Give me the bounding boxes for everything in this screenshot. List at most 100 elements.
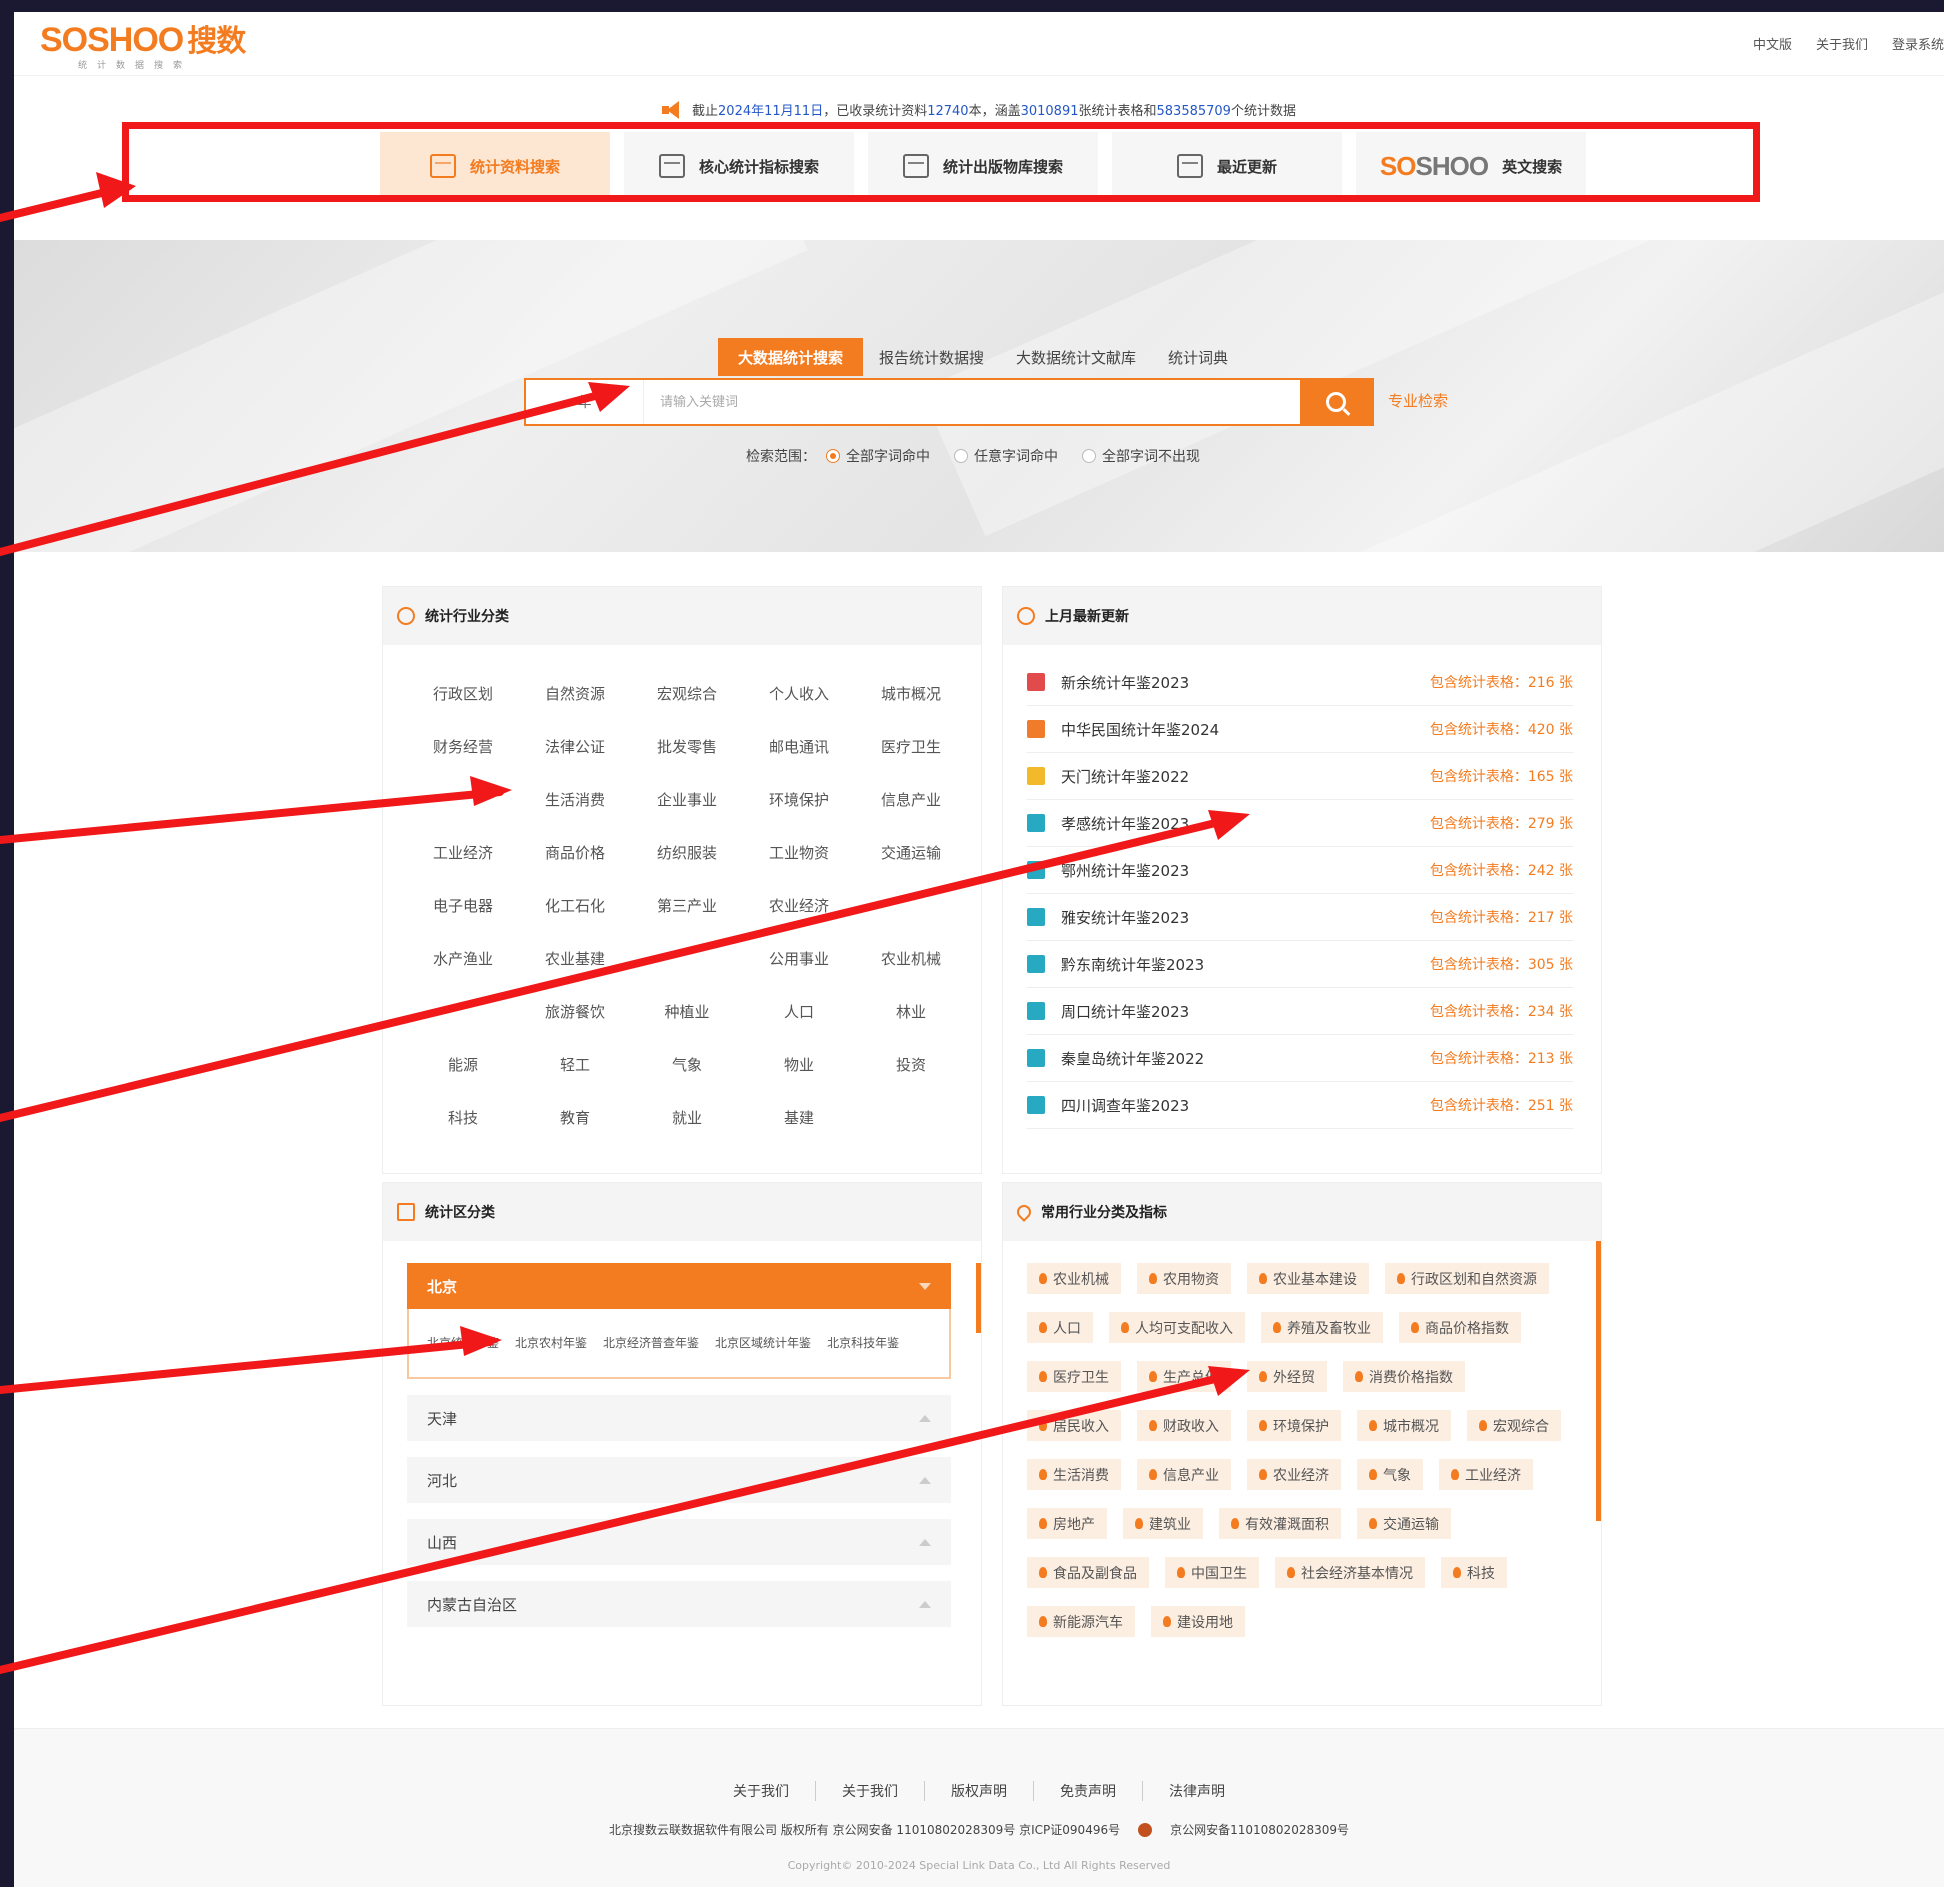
industry-item[interactable]: 气象 xyxy=(631,1052,743,1079)
search-tab-report[interactable]: 报告统计数据搜 xyxy=(863,338,1000,376)
region-item[interactable]: 山西 xyxy=(407,1519,951,1565)
region-book-link[interactable]: 北京科技年鉴 xyxy=(827,1336,899,1350)
indicator-tag[interactable]: 人均可支配收入 xyxy=(1109,1312,1245,1343)
industry-item[interactable]: 基建 xyxy=(743,1105,855,1132)
scrollbar[interactable] xyxy=(976,1263,981,1333)
update-row[interactable]: 秦皇岛统计年鉴2022 包含统计表格：213 张 xyxy=(1027,1035,1573,1082)
update-name[interactable]: 黔东南统计年鉴2023 xyxy=(1061,954,1430,975)
indicator-tag[interactable]: 行政区划和自然资源 xyxy=(1385,1263,1549,1294)
industry-item[interactable]: 农业基建 xyxy=(519,946,631,973)
search-tab-bigdata[interactable]: 大数据统计搜索 xyxy=(718,338,864,376)
indicator-tag[interactable]: 城市概况 xyxy=(1357,1410,1451,1441)
industry-item[interactable]: 批发零售 xyxy=(631,734,743,761)
search-input[interactable] xyxy=(644,380,1300,424)
industry-item[interactable]: 邮电通讯 xyxy=(743,734,855,761)
top-link-about[interactable]: 关于我们 xyxy=(1816,34,1868,53)
industry-item[interactable]: 自然资源 xyxy=(519,681,631,708)
industry-item[interactable]: 旅游餐饮 xyxy=(519,999,631,1026)
industry-item[interactable]: 生活消费 xyxy=(519,787,631,814)
indicator-tag[interactable]: 信息产业 xyxy=(1137,1459,1231,1490)
indicator-tag[interactable]: 气象 xyxy=(1357,1459,1423,1490)
industry-item[interactable]: 种植业 xyxy=(631,999,743,1026)
region-item[interactable]: 河北 xyxy=(407,1457,951,1503)
industry-item[interactable]: 农业经济 xyxy=(743,893,855,920)
region-book-link[interactable]: 北京农村年鉴 xyxy=(515,1336,587,1350)
indicator-tag[interactable]: 工业经济 xyxy=(1439,1459,1533,1490)
region-item[interactable]: 内蒙古自治区 xyxy=(407,1581,951,1627)
update-row[interactable]: 新余统计年鉴2023 包含统计表格：216 张 xyxy=(1027,659,1573,706)
update-row[interactable]: 四川调查年鉴2023 包含统计表格：251 张 xyxy=(1027,1082,1573,1129)
police-text[interactable]: 京公网安备11010802028309号 xyxy=(1170,1821,1349,1838)
update-name[interactable]: 周口统计年鉴2023 xyxy=(1061,1001,1430,1022)
industry-item[interactable]: 化工石化 xyxy=(519,893,631,920)
indicator-tag[interactable]: 房地产 xyxy=(1027,1508,1107,1539)
region-item-active[interactable]: 北京 xyxy=(407,1263,951,1309)
update-row[interactable]: 黔东南统计年鉴2023 包含统计表格：305 张 xyxy=(1027,941,1573,988)
region-book-link[interactable]: 北京区域统计年鉴 xyxy=(715,1336,811,1350)
industry-item[interactable]: 林业 xyxy=(855,999,967,1026)
top-link-login[interactable]: 登录系统 xyxy=(1892,34,1944,53)
update-name[interactable]: 新余统计年鉴2023 xyxy=(1061,672,1430,693)
indicator-tag[interactable]: 中国卫生 xyxy=(1165,1557,1259,1588)
update-name[interactable]: 中华民国统计年鉴2024 xyxy=(1061,719,1430,740)
footer-link[interactable]: 版权声明 xyxy=(925,1781,1034,1801)
indicator-tag[interactable]: 人口 xyxy=(1027,1312,1093,1343)
indicator-tag[interactable]: 外经贸 xyxy=(1247,1361,1327,1392)
industry-item[interactable]: 轻工 xyxy=(519,1052,631,1079)
update-row[interactable]: 天门统计年鉴2022 包含统计表格：165 张 xyxy=(1027,753,1573,800)
indicator-tag[interactable]: 消费价格指数 xyxy=(1343,1361,1465,1392)
update-name[interactable]: 天门统计年鉴2022 xyxy=(1061,766,1430,787)
industry-item[interactable]: 行政区划 xyxy=(407,681,519,708)
update-row[interactable]: 鄂州统计年鉴2023 包含统计表格：242 张 xyxy=(1027,847,1573,894)
update-name[interactable]: 孝感统计年鉴2023 xyxy=(1061,813,1430,834)
indicator-tag[interactable]: 环境保护 xyxy=(1247,1410,1341,1441)
industry-item[interactable]: 信息产业 xyxy=(855,787,967,814)
industry-item[interactable]: 工业经济 xyxy=(407,840,519,867)
industry-item[interactable]: 纺织服装 xyxy=(631,840,743,867)
indicator-tag[interactable]: 生产总值 xyxy=(1137,1361,1231,1392)
indicator-tag[interactable]: 交通运输 xyxy=(1357,1508,1451,1539)
industry-item[interactable]: 公用事业 xyxy=(743,946,855,973)
industry-item[interactable]: 电子电器 xyxy=(407,893,519,920)
region-book-link[interactable]: 北京统计年鉴 xyxy=(427,1336,499,1350)
indicator-tag[interactable]: 科技 xyxy=(1441,1557,1507,1588)
scope-option-all[interactable]: 全部字词命中 xyxy=(826,446,930,466)
industry-item[interactable]: 商品价格 xyxy=(519,840,631,867)
indicator-tag[interactable]: 商品价格指数 xyxy=(1399,1312,1521,1343)
region-item[interactable]: 天津 xyxy=(407,1395,951,1441)
indicator-tag[interactable]: 农用物资 xyxy=(1137,1263,1231,1294)
indicator-tag[interactable]: 农业机械 xyxy=(1027,1263,1121,1294)
indicator-tag[interactable]: 新能源汽车 xyxy=(1027,1606,1135,1637)
update-row[interactable]: 孝感统计年鉴2023 包含统计表格：279 张 xyxy=(1027,800,1573,847)
update-name[interactable]: 四川调查年鉴2023 xyxy=(1061,1095,1430,1116)
industry-item[interactable]: 物业 xyxy=(743,1052,855,1079)
indicator-tag[interactable]: 建筑业 xyxy=(1123,1508,1203,1539)
indicator-tag[interactable]: 医疗卫生 xyxy=(1027,1361,1121,1392)
footer-link[interactable]: 免责声明 xyxy=(1034,1781,1143,1801)
indicator-tag[interactable]: 社会经济基本情况 xyxy=(1275,1557,1425,1588)
footer-link[interactable]: 法律声明 xyxy=(1143,1781,1251,1801)
search-tab-dictionary[interactable]: 统计词典 xyxy=(1152,338,1244,376)
industry-item[interactable]: 人口 xyxy=(743,999,855,1026)
industry-item[interactable]: 企业事业 xyxy=(631,787,743,814)
industry-item[interactable]: 医疗卫生 xyxy=(855,734,967,761)
industry-item[interactable]: 投资 xyxy=(855,1052,967,1079)
indicator-tag[interactable]: 财政收入 xyxy=(1137,1410,1231,1441)
footer-link[interactable]: 关于我们 xyxy=(816,1781,925,1801)
update-row[interactable]: 中华民国统计年鉴2024 包含统计表格：420 张 xyxy=(1027,706,1573,753)
industry-item[interactable]: 就业 xyxy=(631,1105,743,1132)
indicator-tag[interactable]: 有效灌溉面积 xyxy=(1219,1508,1341,1539)
indicator-tag[interactable]: 建设用地 xyxy=(1151,1606,1245,1637)
scope-option-none[interactable]: 全部字词不出现 xyxy=(1082,446,1200,466)
search-button[interactable] xyxy=(1300,380,1372,424)
industry-item[interactable]: 城市概况 xyxy=(855,681,967,708)
update-name[interactable]: 秦皇岛统计年鉴2022 xyxy=(1061,1048,1430,1069)
update-row[interactable]: 雅安统计年鉴2023 包含统计表格：217 张 xyxy=(1027,894,1573,941)
scrollbar[interactable] xyxy=(1596,1241,1601,1521)
industry-item[interactable]: 环境保护 xyxy=(743,787,855,814)
advanced-search-link[interactable]: 专业检索 xyxy=(1388,390,1448,411)
industry-item[interactable]: 工业物资 xyxy=(743,840,855,867)
industry-item[interactable]: 交通运输 xyxy=(855,840,967,867)
industry-item[interactable]: 教育 xyxy=(519,1105,631,1132)
indicator-tag[interactable]: 养殖及畜牧业 xyxy=(1261,1312,1383,1343)
